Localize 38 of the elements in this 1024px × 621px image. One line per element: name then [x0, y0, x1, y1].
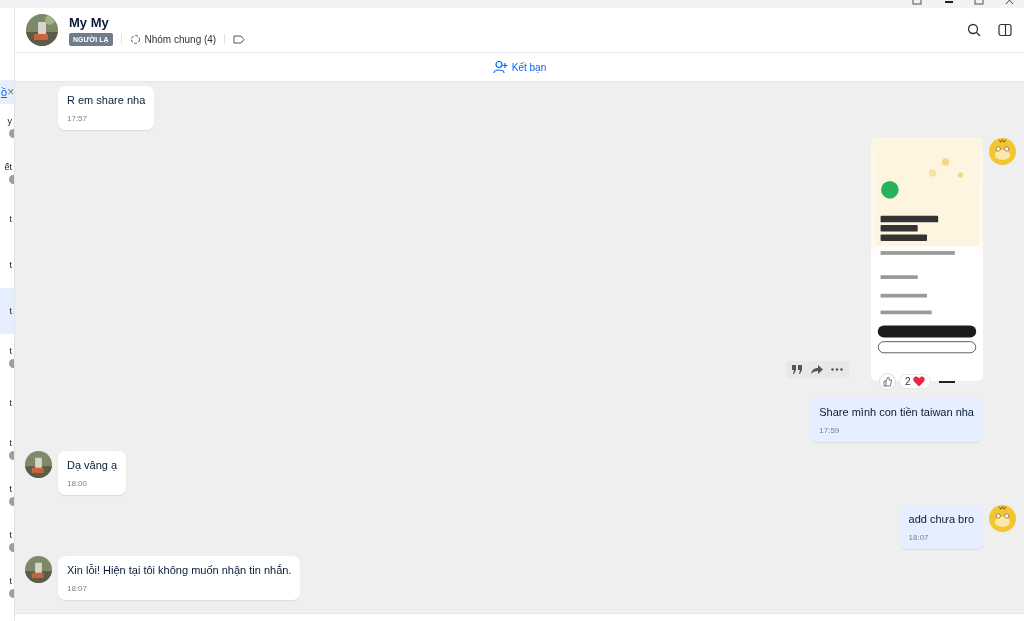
message-time: 18:07: [67, 584, 89, 593]
message-bubble[interactable]: R em share nha 17:57: [58, 86, 155, 130]
restore-icon[interactable]: [912, 0, 922, 5]
conversation-item[interactable]: t: [0, 196, 14, 242]
close-button[interactable]: ×: [7, 85, 14, 99]
heart-icon: [912, 376, 925, 387]
more-icon[interactable]: [831, 368, 843, 371]
message-text: Dạ vâng ạ: [67, 459, 118, 471]
message-time: 17:59: [819, 426, 841, 435]
sidebar-link-fragment[interactable]: ồ: [1, 86, 8, 98]
message-time: 18:07: [908, 533, 930, 542]
reaction-count[interactable]: 2: [899, 374, 931, 389]
conversation-item[interactable]: t: [0, 380, 14, 426]
contact-name: My My: [69, 14, 110, 30]
forward-icon[interactable]: [811, 365, 823, 374]
close-icon[interactable]: [1005, 0, 1015, 5]
message-bubble[interactable]: Xin lỗi! Hiện tại tôi không muốn nhận tin nhắn. 18:07: [58, 556, 301, 600]
group-icon: [129, 33, 141, 45]
common-groups-link[interactable]: Nhóm chung (4): [144, 33, 217, 45]
message-bubble[interactable]: Dạ vâng ạ 18:00: [58, 451, 127, 495]
message-text: Xin lỗi! Hiện tại tôi không muốn nhận tin nhắn.: [67, 564, 292, 576]
like-icon[interactable]: [879, 373, 896, 390]
label-tag-icon[interactable]: [233, 34, 246, 44]
message-text: Share mình con tiền taiwan nha: [819, 406, 974, 418]
conversation-item[interactable]: t: [0, 288, 14, 334]
maximize-icon[interactable]: [974, 0, 984, 5]
message-text: R em share nha: [67, 94, 146, 106]
message-time: 17:57: [67, 114, 89, 123]
conversation-item[interactable]: t: [0, 242, 14, 288]
message-text: add chưa bro: [908, 513, 974, 525]
add-friend-button[interactable]: Kết bạn: [488, 58, 551, 76]
search-icon[interactable]: [967, 23, 981, 37]
message-bubble[interactable]: add chưa bro 18:07: [899, 505, 983, 549]
add-person-icon: [492, 60, 508, 74]
message-bubble[interactable]: Share mình con tiền taiwan nha 17:59: [810, 398, 983, 442]
quote-icon[interactable]: [792, 365, 803, 374]
message-time: 18:00: [67, 479, 89, 488]
panel-toggle-icon[interactable]: [998, 23, 1012, 37]
